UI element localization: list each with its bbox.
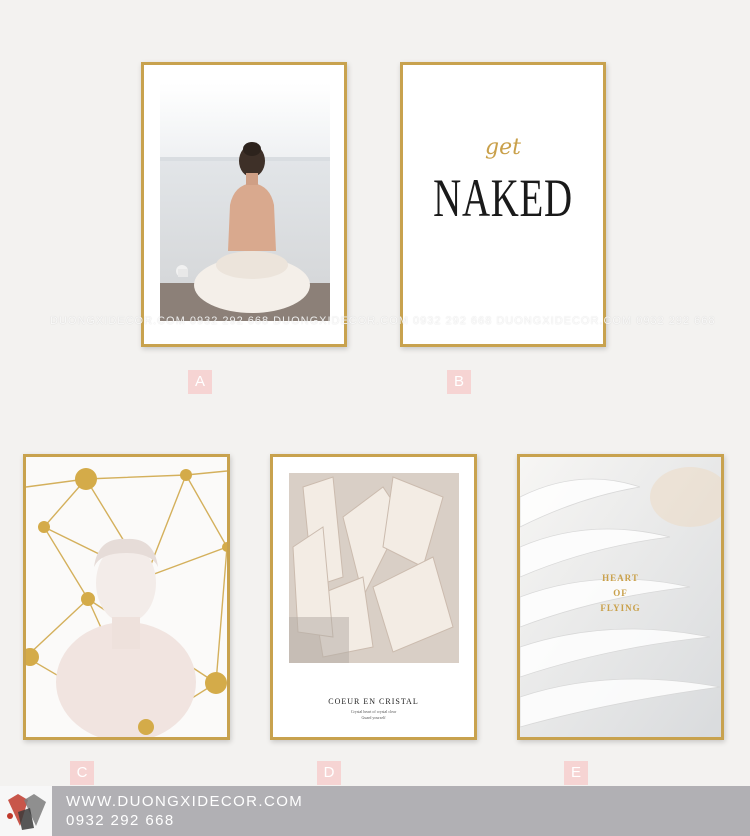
poster-frame-e[interactable]: HEART OF FLYING: [517, 454, 724, 740]
label-a: A: [188, 370, 212, 394]
poster-frame-d[interactable]: COEUR EN CRISTAL Crystal heart of crysta…: [270, 454, 477, 740]
label-e: E: [564, 761, 588, 785]
label-c: C: [70, 761, 94, 785]
watermark-text: DUONGXIDECOR.COM 0932 292 668 DUONGXIDEC…: [50, 315, 716, 327]
poster-frame-b[interactable]: get NAKED: [400, 62, 606, 347]
phone-text[interactable]: 0932 292 668: [66, 812, 175, 829]
script-text: get: [485, 135, 521, 160]
wings-text-line-3: FLYING: [600, 603, 641, 613]
poster-frame-a[interactable]: [141, 62, 347, 347]
woman-by-sea-image: [144, 65, 344, 344]
caption-title: COEUR EN CRISTAL: [328, 697, 419, 706]
label-d: D: [317, 761, 341, 785]
statue-geometric-image: [26, 457, 227, 737]
website-text[interactable]: WWW.DUONGXIDECOR.COM: [66, 793, 303, 810]
brand-diamond-logo-icon: [0, 786, 52, 836]
wings-text-line-1: HEART: [602, 573, 639, 583]
headline-text: NAKED: [433, 168, 573, 228]
label-b: B: [447, 370, 471, 394]
poster-frame-c[interactable]: [23, 454, 230, 740]
footer-bar: WWW.DUONGXIDECOR.COM 0932 292 668: [0, 786, 750, 836]
crystal-image: [273, 457, 474, 737]
caption-line1: Crystal heart of crystal clear: [350, 709, 397, 714]
caption-line2: Guard yourself: [361, 715, 386, 720]
wings-text-line-2: OF: [613, 588, 628, 598]
